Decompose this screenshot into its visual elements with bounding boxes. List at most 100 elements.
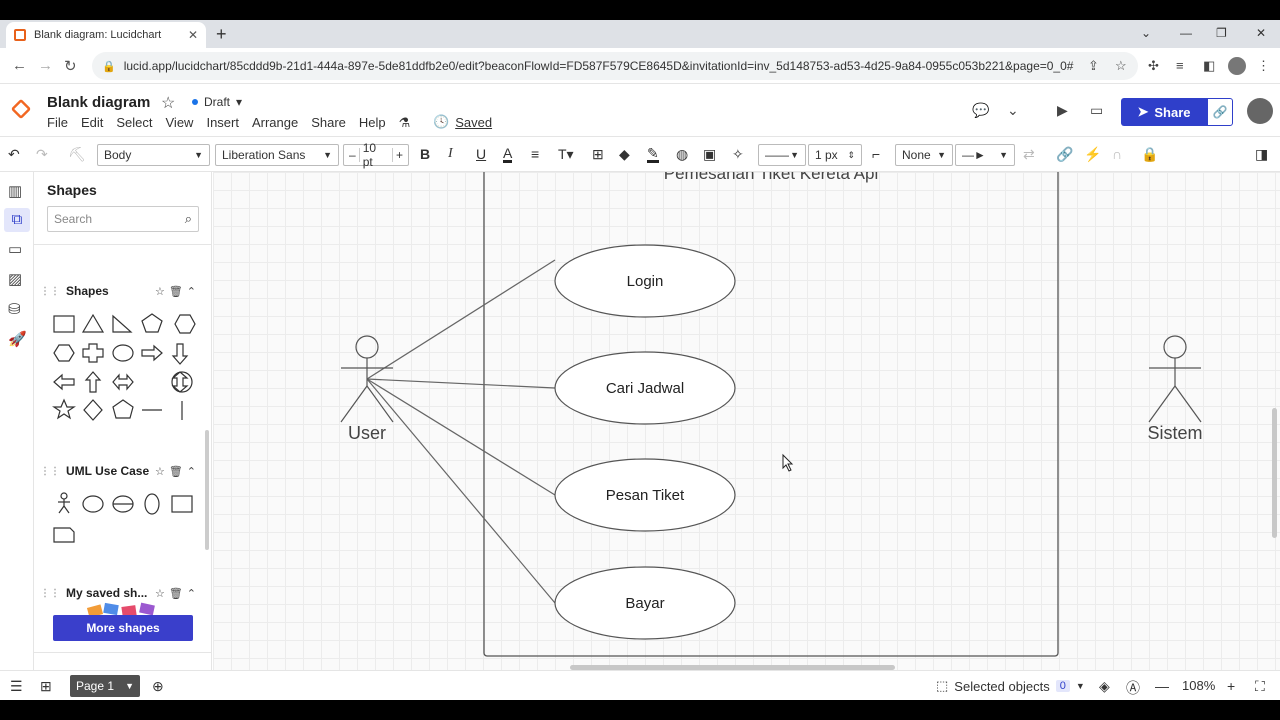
actor-user-label[interactable]: User <box>348 423 386 443</box>
copy-link-button[interactable]: 🔗 <box>1207 98 1233 126</box>
close-tab-icon[interactable]: ✕ <box>188 28 198 42</box>
section-actions[interactable]: ☆🗑⌃ <box>155 587 200 600</box>
zoom-level[interactable]: 108% <box>1182 678 1215 693</box>
navigate-icon[interactable]: Ⓐ <box>1126 678 1140 698</box>
section-shapes-header[interactable]: ⋮⋮ Shapes ☆🗑⌃ <box>40 284 200 298</box>
arrow-end-select[interactable]: —► ▼ <box>955 144 1015 166</box>
reload-icon[interactable]: ↻ <box>64 57 77 75</box>
conditional-icon[interactable]: ∩ <box>1112 146 1122 162</box>
data-icon[interactable]: ⛁ <box>8 300 21 318</box>
diagram-svg[interactable]: Pemesanan Tiket Kereta Api User Sistem L… <box>213 172 1280 670</box>
align-icon[interactable]: ≡ <box>531 146 539 162</box>
menu-edit[interactable]: Edit <box>81 115 103 131</box>
right-panel-icon[interactable]: ◨ <box>1255 146 1268 163</box>
favorite-star-icon[interactable]: ☆ <box>161 93 175 113</box>
minimize-icon[interactable]: — <box>1180 26 1192 40</box>
saved-status[interactable]: 🕓 Saved <box>433 114 492 130</box>
container-icon[interactable]: ⊞ <box>592 146 604 163</box>
menu-arrange[interactable]: Arrange <box>252 115 298 131</box>
address-bar[interactable]: 🔒 lucid.app/lucidchart/85cddd9b-21d1-444… <box>92 52 1138 80</box>
redo-icon[interactable]: ↷ <box>36 146 48 163</box>
undo-icon[interactable]: ↶ <box>8 146 20 163</box>
text-options-icon[interactable]: T▾ <box>558 146 574 163</box>
reading-list-icon[interactable]: ≡ <box>1176 58 1184 73</box>
profile-avatar[interactable] <box>1228 57 1246 75</box>
bookmark-star-icon[interactable]: ☆ <box>1115 58 1127 74</box>
association-line[interactable] <box>366 259 556 380</box>
selected-objects[interactable]: ⬚ Selected objects 0 ▼ <box>936 678 1085 694</box>
menu-insert[interactable]: Insert <box>206 115 239 131</box>
line-style-select[interactable]: —— ▼ <box>758 144 806 166</box>
association-line[interactable] <box>366 378 556 604</box>
underline-icon[interactable]: U <box>476 146 486 162</box>
more-shapes-button[interactable]: More shapes <box>53 615 193 641</box>
grid-view-icon[interactable]: ⊞ <box>40 678 52 695</box>
shapes-icon[interactable]: ⧉ <box>4 208 30 232</box>
association-line[interactable] <box>366 378 556 389</box>
close-window-icon[interactable]: ✕ <box>1256 26 1266 40</box>
drag-handle-icon[interactable]: ⋮⋮ <box>40 286 60 297</box>
bold-icon[interactable]: B <box>420 146 430 162</box>
menu-file[interactable]: File <box>47 115 68 131</box>
section-saved-shapes-header[interactable]: ⋮⋮ My saved sh... ☆🗑⌃ <box>40 586 200 600</box>
actor-user[interactable] <box>340 335 394 423</box>
new-tab-button[interactable]: + <box>216 24 227 45</box>
drag-handle-icon[interactable]: ⋮⋮ <box>40 466 60 477</box>
lock-icon[interactable]: 🔒 <box>1141 146 1158 163</box>
uml-shapes-grid[interactable] <box>50 490 200 550</box>
draft-status[interactable]: Draft ▾ <box>192 95 242 109</box>
magic-wand-icon[interactable]: ✧ <box>732 146 744 163</box>
panel-scrollbar[interactable] <box>205 430 209 550</box>
actor-sistem-label[interactable]: Sistem <box>1147 423 1202 443</box>
section-uml-use-case-header[interactable]: ⋮⋮ UML Use Case ☆🗑⌃ <box>40 464 200 478</box>
layers-icon[interactable]: ◈ <box>1099 678 1110 695</box>
extensions-icon[interactable]: ✣ <box>1148 58 1159 74</box>
text-color-icon[interactable]: A <box>503 146 513 163</box>
video-call-icon[interactable]: ▭ <box>1090 102 1103 119</box>
document-title[interactable]: Blank diagram <box>47 94 150 111</box>
browser-menu-icon[interactable]: ⋮ <box>1257 58 1270 74</box>
basic-shapes-grid[interactable] <box>50 312 200 422</box>
restore-icon[interactable]: ❐ <box>1216 26 1227 40</box>
use-case-login[interactable]: Login <box>554 244 736 318</box>
opacity-icon[interactable]: ◍ <box>676 146 688 163</box>
fullscreen-icon[interactable]: ⛶ <box>1255 678 1265 695</box>
style-select[interactable]: Body ▼ <box>97 144 210 166</box>
chevron-down-icon[interactable]: ⌄ <box>1007 102 1019 119</box>
line-type-icon[interactable]: ⌐ <box>872 146 880 162</box>
use-case-bayar[interactable]: Bayar <box>554 566 736 640</box>
templates-icon[interactable]: ▭ <box>8 240 22 258</box>
pages-icon[interactable]: ▥ <box>8 182 22 200</box>
system-title[interactable]: Pemesanan Tiket Kereta Api <box>664 172 879 183</box>
diagram-canvas[interactable]: Pemesanan Tiket Kereta Api User Sistem L… <box>213 172 1280 670</box>
font-size-stepper[interactable]: – 10 pt + <box>343 141 409 169</box>
line-color-icon[interactable]: ✎ <box>647 146 659 163</box>
menu-help[interactable]: Help <box>359 115 386 131</box>
menu-share[interactable]: Share <box>311 115 346 131</box>
section-actions[interactable]: ☆🗑⌃ <box>155 465 200 478</box>
font-select[interactable]: Liberation Sans ▼ <box>215 144 339 166</box>
images-icon[interactable]: ▨ <box>8 270 22 288</box>
italic-icon[interactable]: I <box>448 146 453 162</box>
increase-icon[interactable]: + <box>391 148 406 162</box>
use-case-pesan-tiket[interactable]: Pesan Tiket <box>554 458 736 532</box>
share-page-icon[interactable]: ⇪ <box>1088 58 1099 74</box>
side-panel-icon[interactable]: ◧ <box>1203 58 1215 74</box>
menu-select[interactable]: Select <box>116 115 152 131</box>
menu-view[interactable]: View <box>166 115 194 131</box>
zoom-out-icon[interactable]: — <box>1155 678 1169 694</box>
search-icon[interactable]: ⌕ <box>185 211 192 227</box>
arrow-start-select[interactable]: None ▼ <box>895 144 953 166</box>
line-width-select[interactable]: 1 px ⇕ <box>808 144 862 166</box>
comments-icon[interactable]: 💬 <box>972 102 989 119</box>
canvas-vertical-scrollbar[interactable] <box>1272 408 1277 538</box>
feature-find-icon[interactable]: ⚗ <box>399 115 411 131</box>
association-line[interactable] <box>366 378 556 496</box>
decrease-icon[interactable]: – <box>346 148 360 162</box>
fill-color-icon[interactable]: ◆ <box>619 146 630 163</box>
zoom-in-icon[interactable]: + <box>1227 678 1235 694</box>
lucid-logo-icon[interactable] <box>10 98 32 120</box>
drag-handle-icon[interactable]: ⋮⋮ <box>40 588 60 599</box>
user-avatar[interactable] <box>1247 98 1273 124</box>
integrations-icon[interactable]: 🚀 <box>8 330 27 348</box>
